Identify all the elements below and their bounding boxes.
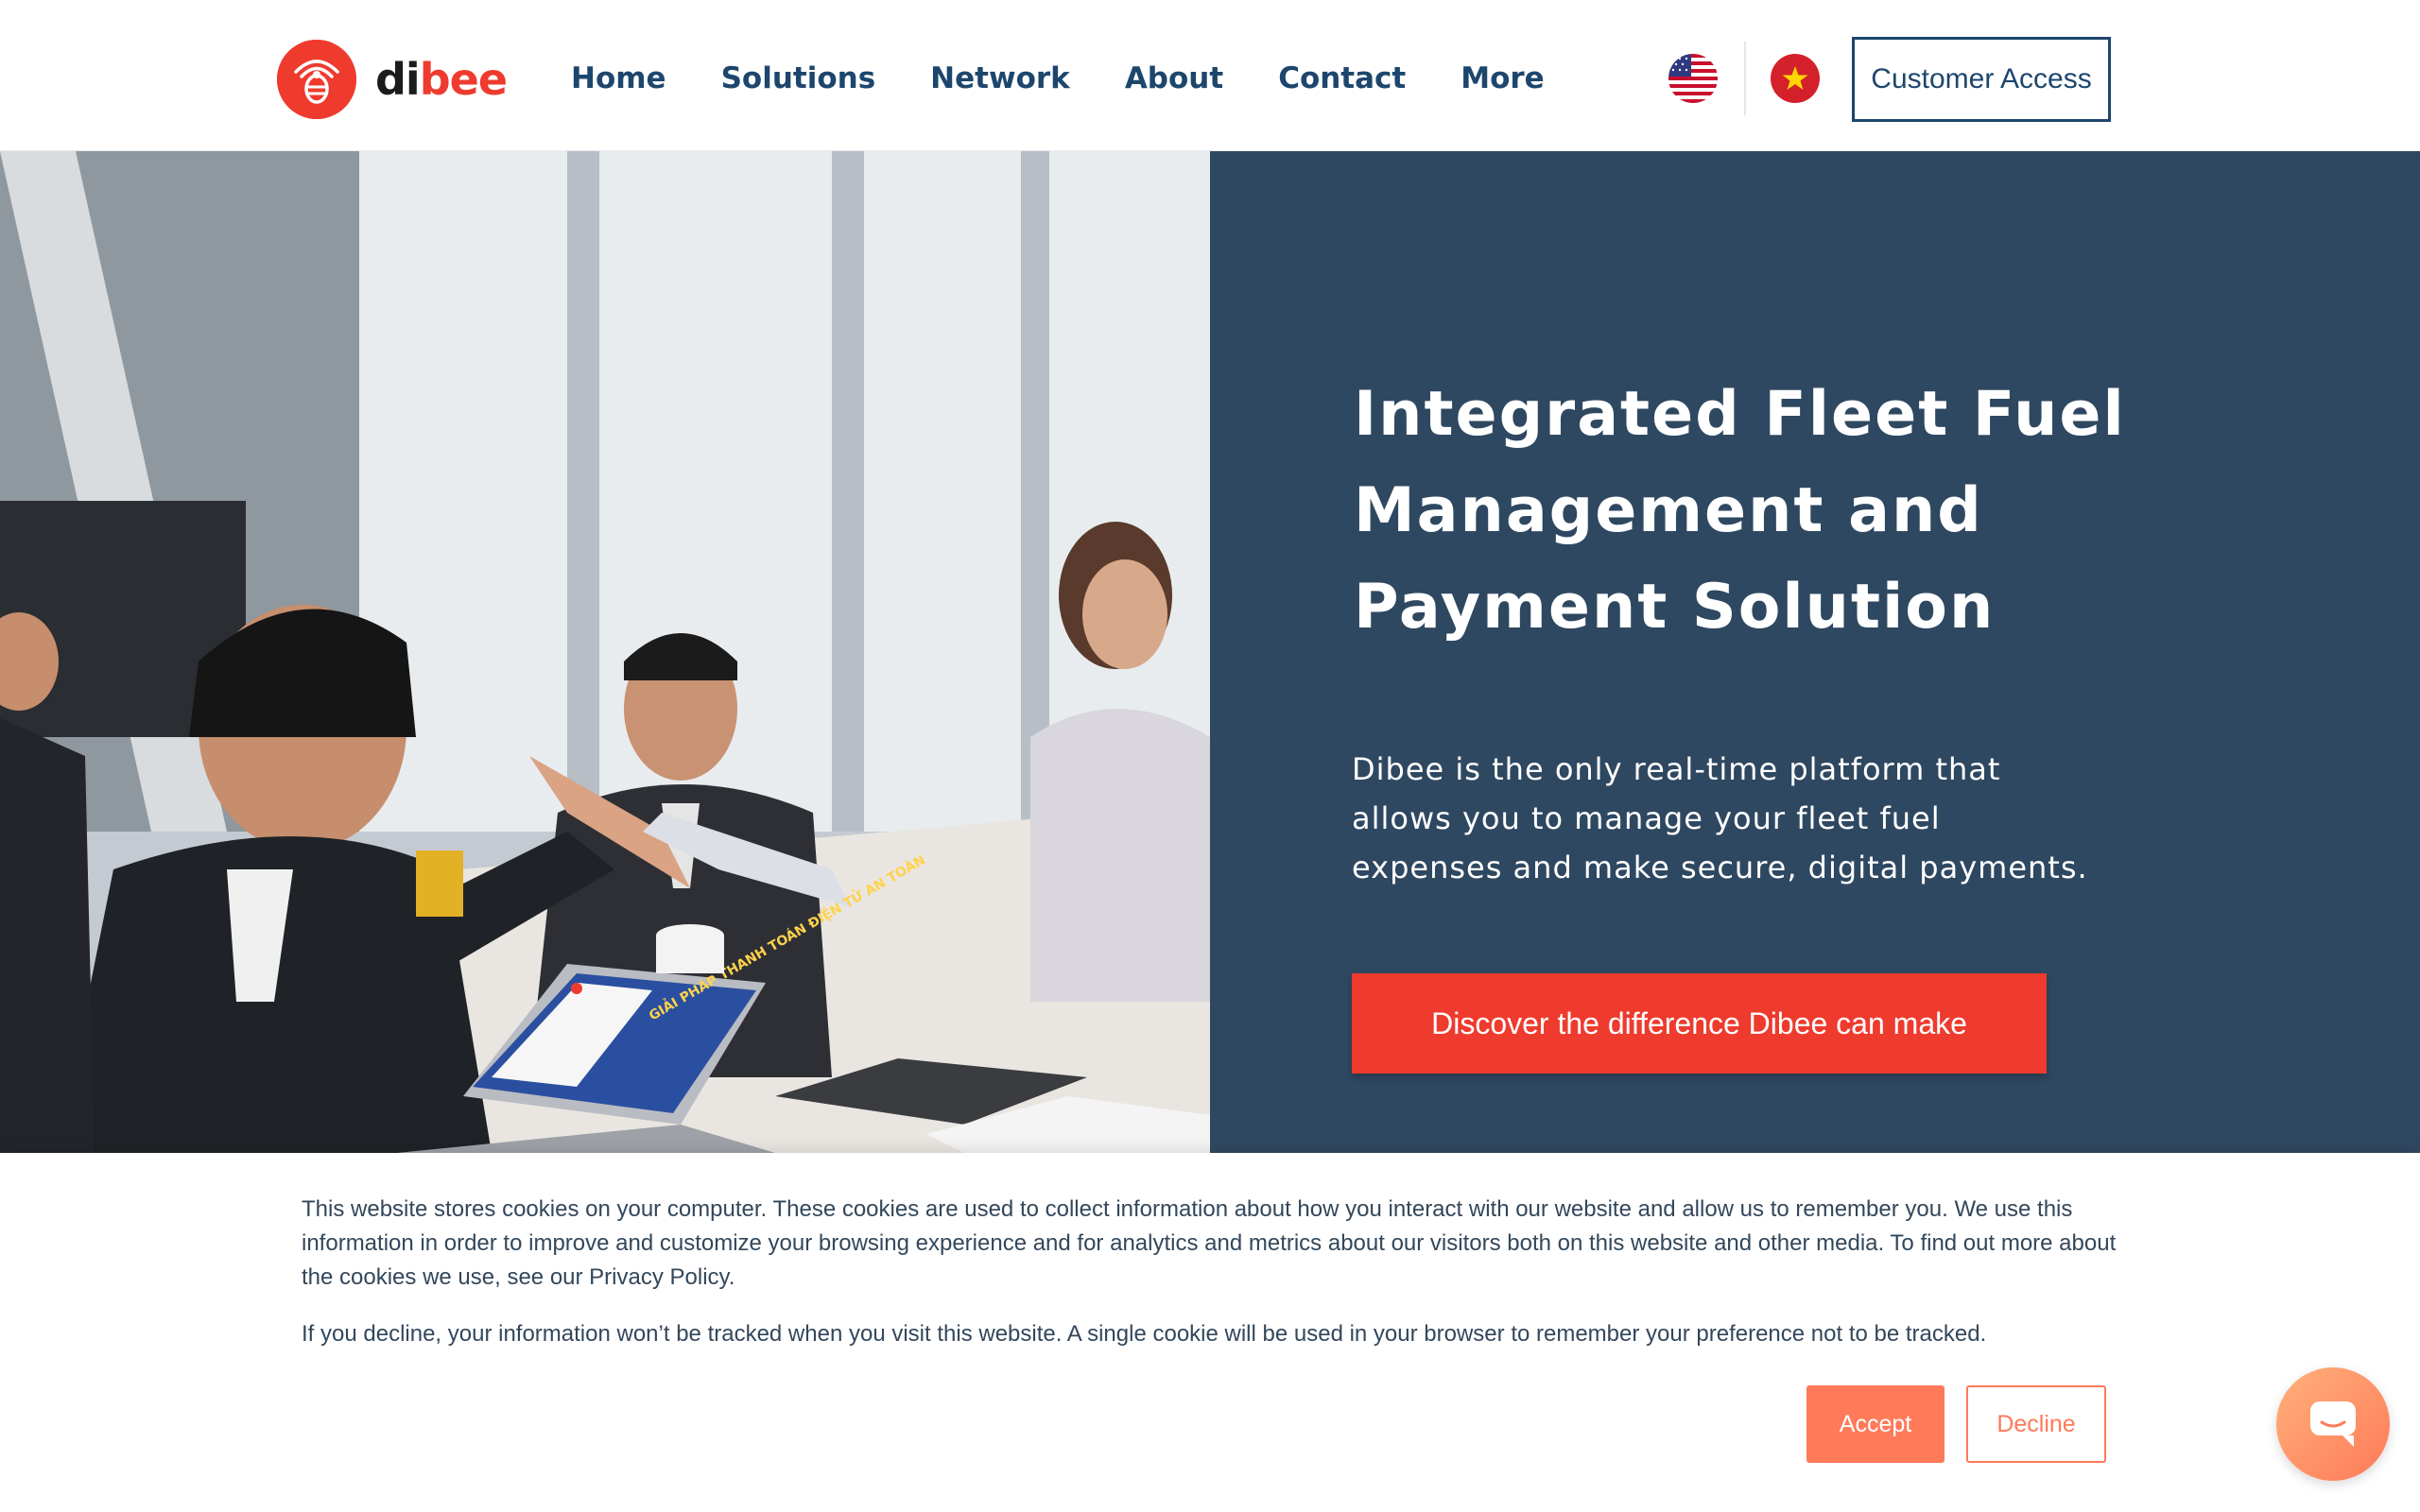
customer-access-button[interactable]: Customer Access bbox=[1852, 37, 2111, 122]
cookie-decline-button[interactable]: Decline bbox=[1966, 1385, 2106, 1463]
cookie-paragraph-2: If you decline, your information won’t b… bbox=[302, 1321, 1987, 1347]
nav-solutions[interactable]: Solutions bbox=[721, 61, 876, 95]
cookie-banner: This website stores cookies on your comp… bbox=[0, 1153, 2420, 1512]
logo-text-di: di bbox=[375, 54, 421, 105]
us-flag-icon[interactable] bbox=[1668, 54, 1718, 103]
cookie-accept-button[interactable]: Accept bbox=[1806, 1385, 1945, 1463]
cookie-paragraph-1: This website stores cookies on your comp… bbox=[302, 1196, 2117, 1290]
hero-section: GIẢI PHÁP THANH TOÁN ĐIỆN TỬ AN TOÀN Int… bbox=[0, 151, 2420, 1153]
site-header: dibee Home Solutions Network About Conta… bbox=[0, 0, 2420, 151]
chat-icon bbox=[2305, 1394, 2361, 1455]
nav-home[interactable]: Home bbox=[571, 61, 666, 95]
discover-difference-button[interactable]: Discover the difference Dibee can make bbox=[1352, 973, 2047, 1074]
vn-flag-icon[interactable] bbox=[1771, 54, 1820, 103]
hero-subtitle: Dibee is the only real-time platform tha… bbox=[1352, 751, 2088, 885]
nav-contact[interactable]: Contact bbox=[1278, 61, 1406, 95]
hero-title: Integrated Fleet Fuel Management and Pay… bbox=[1354, 379, 2126, 643]
cookie-text: This website stores cookies on your comp… bbox=[302, 1193, 2126, 1374]
hero-text-panel: Integrated Fleet Fuel Management and Pay… bbox=[1210, 151, 2420, 1153]
chat-launcher-button[interactable] bbox=[2276, 1367, 2390, 1481]
logo-wordmark: dibee bbox=[375, 54, 508, 105]
nav-about[interactable]: About bbox=[1125, 61, 1223, 95]
dibee-logo[interactable]: dibee bbox=[277, 40, 508, 119]
nav-network[interactable]: Network bbox=[930, 61, 1070, 95]
logo-text-bee: bee bbox=[419, 54, 508, 105]
nav-more[interactable]: More bbox=[1461, 61, 1544, 95]
bee-logo-icon bbox=[277, 40, 356, 119]
flag-divider bbox=[1744, 42, 1746, 115]
hero-team-photo: GIẢI PHÁP THANH TOÁN ĐIỆN TỬ AN TOÀN bbox=[0, 151, 1210, 1153]
main-nav: Home Solutions Network About Contact Mor… bbox=[571, 55, 1599, 102]
